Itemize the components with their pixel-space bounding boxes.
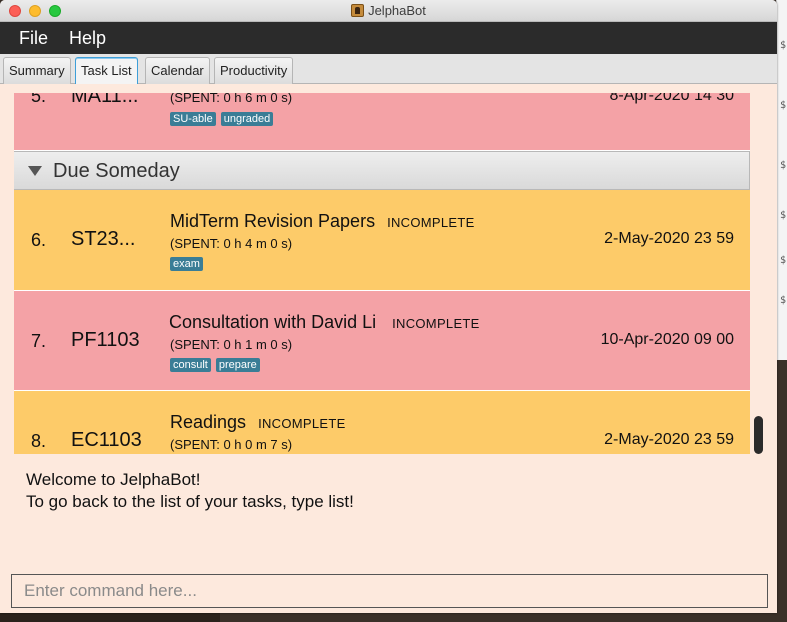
task-tags: consult prepare <box>170 358 260 372</box>
background-glyph: $ <box>780 295 787 306</box>
task-list[interactable]: 5. MA11... (SPENT: 0 h 6 m 0 s) SU-able … <box>14 93 766 454</box>
task-tags: exam <box>170 257 203 271</box>
background-window <box>776 0 787 360</box>
task-module-code: PF1103 <box>71 329 140 351</box>
menu-bar: File Help <box>0 22 777 54</box>
task-module-code: EC1103 <box>71 429 142 451</box>
task-module-code: ST23... <box>71 228 136 250</box>
menu-help[interactable]: Help <box>69 28 106 49</box>
task-title: MidTerm Revision Papers INCOMPLETE <box>170 211 475 232</box>
task-title: Consultation with David Li INCOMPLETE <box>169 312 480 333</box>
task-time-spent: (SPENT: 0 h 6 m 0 s) <box>170 93 293 105</box>
window-title: JelphaBot <box>368 3 426 18</box>
task-card[interactable]: 6. ST23... MidTerm Revision Papers INCOMP… <box>14 190 750 291</box>
window-title-area: JelphaBot <box>0 3 777 18</box>
app-window: JelphaBot File Help Summary Task List Ca… <box>0 0 777 613</box>
task-card[interactable]: 8. EC1103 Readings INCOMPLETE (SPENT: 0 h… <box>14 391 750 454</box>
task-due-date: 2-May-2020 23 59 <box>604 230 734 247</box>
tab-bar: Summary Task List Calendar Productivity <box>0 54 777 84</box>
tab-calendar[interactable]: Calendar <box>145 57 210 84</box>
background-glyph: $ <box>780 255 787 266</box>
group-header-due-someday[interactable]: Due Someday <box>14 151 750 190</box>
task-due-date: 10-Apr-2020 09 00 <box>600 331 734 348</box>
task-list-scrollbar[interactable] <box>751 93 766 454</box>
task-index: 5. <box>31 93 47 106</box>
result-line: To go back to the list of your tasks, ty… <box>26 492 354 511</box>
task-index: 6. <box>31 230 47 250</box>
command-box <box>11 574 768 608</box>
task-status: INCOMPLETE <box>387 215 475 230</box>
task-name: MidTerm Revision Papers <box>170 211 376 231</box>
background-glyph: $ <box>780 160 787 171</box>
tag: consult <box>170 358 211 372</box>
task-card[interactable]: 5. MA11... (SPENT: 0 h 6 m 0 s) SU-able … <box>14 93 750 151</box>
title-bar: JelphaBot <box>0 0 777 22</box>
background-glyph: $ <box>780 40 787 51</box>
task-due-date: 2-May-2020 23 59 <box>604 431 734 448</box>
task-time-spent: (SPENT: 0 h 4 m 0 s) <box>170 236 293 251</box>
scrollbar-thumb[interactable] <box>754 416 763 454</box>
background-glyph: $ <box>780 210 787 221</box>
app-icon <box>351 4 365 17</box>
tab-summary[interactable]: Summary <box>3 57 71 84</box>
task-index: 8. <box>31 431 47 451</box>
result-display: Welcome to JelphaBot! To go back to the … <box>0 454 777 568</box>
task-name: Consultation with David Li <box>169 312 377 332</box>
task-card[interactable]: 7. PF1103 Consultation with David Li INCO… <box>14 291 750 391</box>
tag: ungraded <box>220 112 274 126</box>
task-time-spent: (SPENT: 0 h 0 m 7 s) <box>170 437 293 452</box>
task-module-code: MA11... <box>71 93 139 107</box>
task-time-spent: (SPENT: 0 h 1 m 0 s) <box>170 337 293 352</box>
group-label: Due Someday <box>53 160 180 182</box>
collapse-triangle-icon[interactable] <box>28 166 42 176</box>
background-glyph: $ <box>780 100 787 111</box>
task-title: Readings INCOMPLETE <box>170 412 346 433</box>
task-status: INCOMPLETE <box>392 316 480 331</box>
tab-productivity[interactable]: Productivity <box>214 57 294 84</box>
menu-file[interactable]: File <box>19 28 48 49</box>
tag: prepare <box>215 358 260 372</box>
task-index: 7. <box>31 331 47 351</box>
task-name: Readings <box>170 412 247 432</box>
tag: exam <box>170 257 203 271</box>
task-status: INCOMPLETE <box>258 416 346 431</box>
task-due-date: 8-Apr-2020 14 30 <box>609 93 734 104</box>
tab-task-list[interactable]: Task List <box>75 57 138 84</box>
tag: SU-able <box>170 112 216 126</box>
task-tags: SU-able ungraded <box>170 112 274 126</box>
result-line: Welcome to JelphaBot! <box>26 470 201 489</box>
command-input[interactable] <box>12 575 767 607</box>
